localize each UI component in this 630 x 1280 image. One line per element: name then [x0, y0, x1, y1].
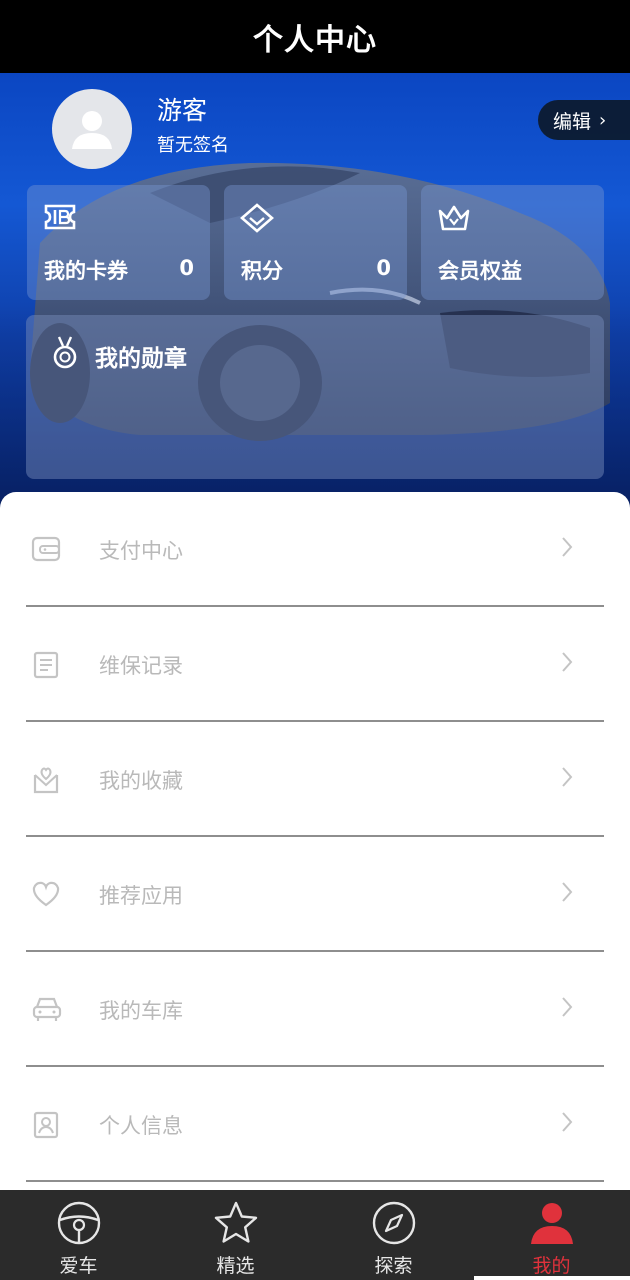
- chevron-right-icon: ›: [599, 109, 607, 131]
- menu-item-maintenance-records[interactable]: 维保记录: [26, 607, 604, 722]
- menu-label: 我的收藏: [99, 769, 183, 793]
- medal-icon: [53, 336, 77, 369]
- menu-label: 个人信息: [99, 1114, 183, 1138]
- tab-label: 探索: [374, 1255, 413, 1277]
- tab-label: 我的: [532, 1255, 571, 1277]
- profile-hero: 游客 暂无签名 编辑 › 我的卡券 0 积分 0 会员权益 我的勋章: [0, 73, 630, 513]
- edit-label: 编辑: [553, 110, 592, 133]
- crown-icon: [438, 205, 470, 231]
- menu-item-payment-center[interactable]: 支付中心: [26, 492, 604, 607]
- coupons-label: 我的卡券: [44, 259, 128, 283]
- bottom-tab-bar: 爱车 精选 探索 我的: [0, 1190, 630, 1280]
- menu-item-personal-info[interactable]: 个人信息: [26, 1067, 604, 1182]
- tab-explore[interactable]: 探索: [315, 1190, 472, 1280]
- medals-card[interactable]: 我的勋章: [26, 315, 604, 479]
- compass-icon: [372, 1201, 416, 1245]
- car-icon: [32, 997, 62, 1021]
- menu-label: 支付中心: [99, 539, 183, 563]
- menu-list: 支付中心 维保记录 我的收藏 推荐应用 我的车库 个人信息: [0, 492, 630, 1190]
- menu-item-recommended-apps[interactable]: 推荐应用: [26, 837, 604, 952]
- tab-featured[interactable]: 精选: [157, 1190, 314, 1280]
- heart-icon: [32, 881, 60, 907]
- id-card-icon: [33, 1111, 59, 1139]
- menu-label: 维保记录: [99, 654, 183, 678]
- medals-label: 我的勋章: [95, 346, 187, 372]
- menu-label: 我的车库: [99, 999, 183, 1023]
- points-card[interactable]: 积分 0: [224, 185, 407, 300]
- chevron-right-icon: [562, 997, 573, 1017]
- user-name: 游客: [157, 96, 208, 125]
- chevron-right-icon: [562, 767, 573, 787]
- ticket-icon: [44, 204, 76, 230]
- menu-item-my-garage[interactable]: 我的车库: [26, 952, 604, 1067]
- coupons-card[interactable]: 我的卡券 0: [27, 185, 210, 300]
- user-signature: 暂无签名: [157, 135, 229, 156]
- avatar[interactable]: [52, 89, 132, 169]
- tab-label: 爱车: [59, 1255, 98, 1277]
- document-icon: [33, 651, 59, 679]
- wallet-icon: [31, 536, 61, 562]
- chevron-right-icon: [562, 1112, 573, 1132]
- chevron-right-icon: [562, 652, 573, 672]
- member-benefits-label: 会员权益: [438, 259, 522, 283]
- member-benefits-card[interactable]: 会员权益: [421, 185, 604, 300]
- edit-profile-button[interactable]: 编辑 ›: [538, 100, 630, 140]
- coupons-count: 0: [179, 256, 194, 280]
- points-count: 0: [376, 256, 391, 280]
- menu-item-favorites[interactable]: 我的收藏: [26, 722, 604, 837]
- default-avatar-icon: [72, 111, 112, 149]
- user-icon: [531, 1203, 573, 1244]
- chevron-right-icon: [562, 882, 573, 902]
- tab-label: 精选: [216, 1255, 255, 1277]
- tab-my-car[interactable]: 爱车: [0, 1190, 157, 1280]
- points-label: 积分: [241, 259, 283, 283]
- steering-wheel-icon: [57, 1201, 101, 1245]
- star-icon: [214, 1201, 258, 1243]
- chevron-right-icon: [562, 537, 573, 557]
- menu-label: 推荐应用: [99, 884, 183, 908]
- active-tab-indicator: [474, 1276, 630, 1280]
- diamond-icon: [240, 203, 274, 233]
- tab-mine[interactable]: 我的: [473, 1190, 630, 1280]
- favorite-box-icon: [33, 767, 59, 794]
- page-title: 个人中心: [0, 0, 630, 73]
